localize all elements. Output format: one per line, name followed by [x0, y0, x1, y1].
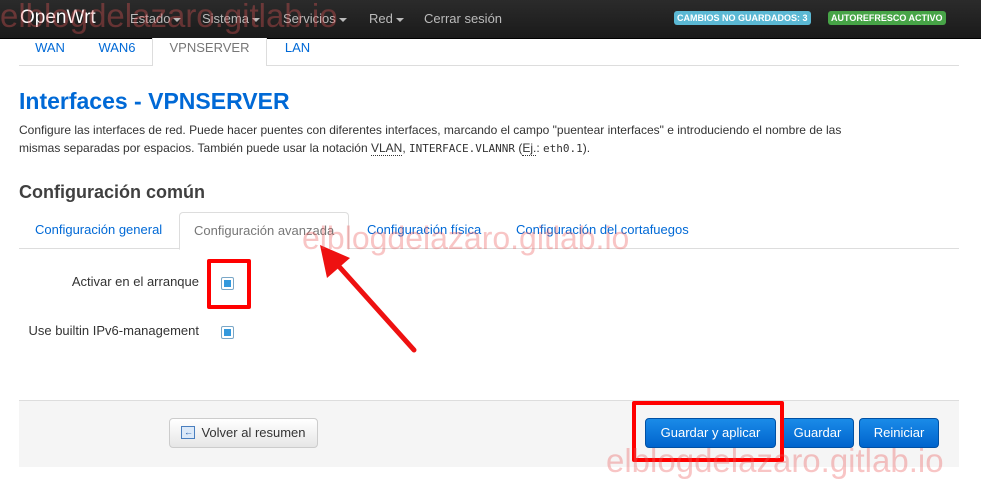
watermark-bottom: elblogdelazaro.gitlab.io — [606, 442, 944, 479]
watermark-middle: elblogdelazaro.gitlab.io — [302, 220, 630, 256]
watermark-top: elblogdelazaro.gitlab.io — [0, 0, 338, 34]
annotation-arrow-shaft — [332, 259, 417, 353]
